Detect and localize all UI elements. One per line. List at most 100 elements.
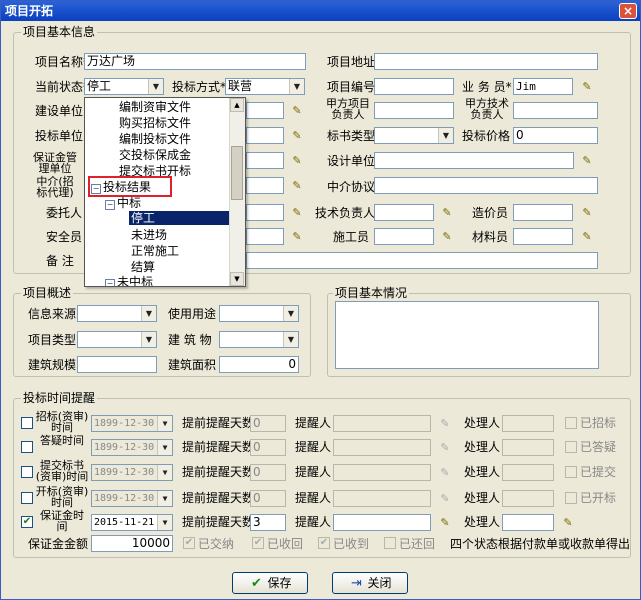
chevron-down-icon[interactable]: ▼ [157, 515, 172, 530]
usage-combo[interactable]: ▼ [219, 305, 299, 322]
chevron-down-icon[interactable]: ▼ [157, 491, 172, 506]
chevron-down-icon[interactable]: ▼ [157, 416, 172, 431]
bid-unit-input[interactable] [246, 127, 284, 144]
handler-input[interactable] [502, 490, 554, 507]
reminder-date-combo[interactable]: 1899-12-30 ▼ [91, 490, 173, 507]
situation-textarea[interactable] [335, 301, 599, 369]
chevron-down-icon[interactable]: ▼ [141, 332, 156, 347]
safety-input[interactable] [246, 228, 284, 245]
pick-design-unit-icon[interactable]: ✎ [579, 155, 595, 167]
reminder-checkbox[interactable] [21, 441, 33, 453]
building-combo[interactable]: ▼ [219, 331, 299, 348]
handler-input[interactable] [502, 514, 554, 531]
info-source-combo[interactable]: ▼ [77, 305, 157, 322]
agent-protocol-input[interactable] [374, 177, 598, 194]
advance-days-input[interactable]: 0 [250, 415, 286, 432]
reminder-checkbox[interactable]: ✔ [21, 516, 33, 528]
pick-bid-unit-icon[interactable]: ✎ [289, 130, 305, 142]
party-pm-input[interactable] [374, 102, 454, 119]
project-name-input[interactable]: 万达广场 [84, 53, 306, 70]
project-type-combo[interactable]: ▼ [77, 331, 157, 348]
tree-item-lost[interactable]: 未中标 [117, 275, 153, 286]
reminder-checkbox[interactable] [21, 466, 33, 478]
deposit-unit-input[interactable] [246, 152, 284, 169]
done-checkbox[interactable] [565, 492, 577, 504]
party-tech-input[interactable] [513, 102, 598, 119]
pick-build-unit-icon[interactable]: ✎ [289, 105, 305, 117]
tree-item-prepare-bid[interactable]: 编制投标文件 [119, 132, 191, 146]
tree-item-deposit[interactable]: 交投标保成金 [119, 148, 191, 162]
pick-safety-icon[interactable]: ✎ [289, 231, 305, 243]
build-scale-input[interactable] [77, 356, 157, 373]
bid-mode-combo[interactable]: 联营 ▼ [225, 78, 305, 95]
pick-cost-icon[interactable]: ✎ [579, 207, 595, 219]
bid-price-input[interactable]: 0 [513, 127, 598, 144]
close-window-button[interactable]: × [619, 3, 637, 19]
pick-builder-icon[interactable]: ✎ [439, 231, 455, 243]
pick-salesman-icon[interactable]: ✎ [579, 81, 595, 93]
agent-input[interactable] [246, 177, 284, 194]
collapse-icon[interactable]: − [105, 200, 115, 210]
handler-input[interactable] [502, 439, 554, 456]
current-status-combo[interactable]: 停工 ▼ [84, 78, 164, 95]
done-checkbox[interactable] [565, 466, 577, 478]
builder-input[interactable] [374, 228, 434, 245]
client-input[interactable] [246, 204, 284, 221]
doc-type-combo[interactable]: ▼ [374, 127, 454, 144]
chevron-down-icon[interactable]: ▼ [289, 79, 304, 94]
chevron-down-icon[interactable]: ▼ [283, 306, 298, 321]
chevron-down-icon[interactable]: ▼ [141, 306, 156, 321]
tree-item-buy-docs[interactable]: 购买招标文件 [119, 116, 191, 130]
handler-input[interactable] [502, 415, 554, 432]
pick-reminder-icon[interactable]: ✎ [437, 418, 453, 430]
chevron-down-icon[interactable]: ▼ [157, 465, 172, 480]
remark-input[interactable] [246, 252, 598, 269]
deposit-amount-input[interactable]: 10000 [91, 535, 173, 552]
reminder-date-combo[interactable]: 2015-11-21 ▼ [91, 514, 173, 531]
pick-material-icon[interactable]: ✎ [579, 231, 595, 243]
received-back-checkbox[interactable]: ✔ [252, 537, 264, 549]
scroll-thumb[interactable] [231, 146, 243, 200]
pick-client-icon[interactable]: ✎ [289, 207, 305, 219]
done-checkbox[interactable] [565, 417, 577, 429]
reminder-date-combo[interactable]: 1899-12-30 ▼ [91, 464, 173, 481]
scroll-down-icon[interactable]: ▼ [230, 272, 244, 286]
reminder-person-input[interactable] [333, 415, 431, 432]
pick-handler-icon[interactable]: ✎ [560, 517, 576, 529]
paid-checkbox[interactable]: ✔ [183, 537, 195, 549]
tree-item-settlement[interactable]: 结算 [131, 260, 155, 274]
pick-deposit-unit-icon[interactable]: ✎ [289, 155, 305, 167]
project-number-input[interactable] [374, 78, 454, 95]
chevron-down-icon[interactable]: ▼ [148, 79, 163, 94]
reminder-person-input[interactable] [333, 464, 431, 481]
advance-days-input[interactable]: 0 [250, 490, 286, 507]
advance-days-input[interactable]: 3 [250, 514, 286, 531]
reminder-person-input[interactable] [333, 514, 431, 531]
reminder-checkbox[interactable] [21, 492, 33, 504]
cost-input[interactable] [513, 204, 573, 221]
received-checkbox[interactable]: ✔ [318, 537, 330, 549]
reminder-date-combo[interactable]: 1899-12-30 ▼ [91, 439, 173, 456]
material-input[interactable] [513, 228, 573, 245]
collapse-icon[interactable]: − [105, 279, 115, 286]
tree-item-stopped[interactable]: 停工 [129, 211, 231, 225]
returned-checkbox[interactable] [384, 537, 396, 549]
design-unit-input[interactable] [374, 152, 574, 169]
pick-reminder-icon[interactable]: ✎ [437, 517, 453, 529]
pick-reminder-icon[interactable]: ✎ [437, 467, 453, 479]
pick-reminder-icon[interactable]: ✎ [437, 493, 453, 505]
scroll-up-icon[interactable]: ▲ [230, 98, 244, 112]
reminder-person-input[interactable] [333, 490, 431, 507]
build-unit-input[interactable] [246, 102, 284, 119]
save-button[interactable]: ✔ 保存 [232, 572, 308, 594]
project-address-input[interactable] [374, 53, 598, 70]
reminder-date-combo[interactable]: 1899-12-30 ▼ [91, 415, 173, 432]
pick-agent-icon[interactable]: ✎ [289, 180, 305, 192]
advance-days-input[interactable]: 0 [250, 464, 286, 481]
reminder-checkbox[interactable] [21, 417, 33, 429]
chevron-down-icon[interactable]: ▼ [157, 440, 172, 455]
tree-item-won[interactable]: 中标 [117, 196, 141, 210]
handler-input[interactable] [502, 464, 554, 481]
salesman-input[interactable]: Jim [513, 78, 573, 95]
tech-lead-input[interactable] [374, 204, 434, 221]
